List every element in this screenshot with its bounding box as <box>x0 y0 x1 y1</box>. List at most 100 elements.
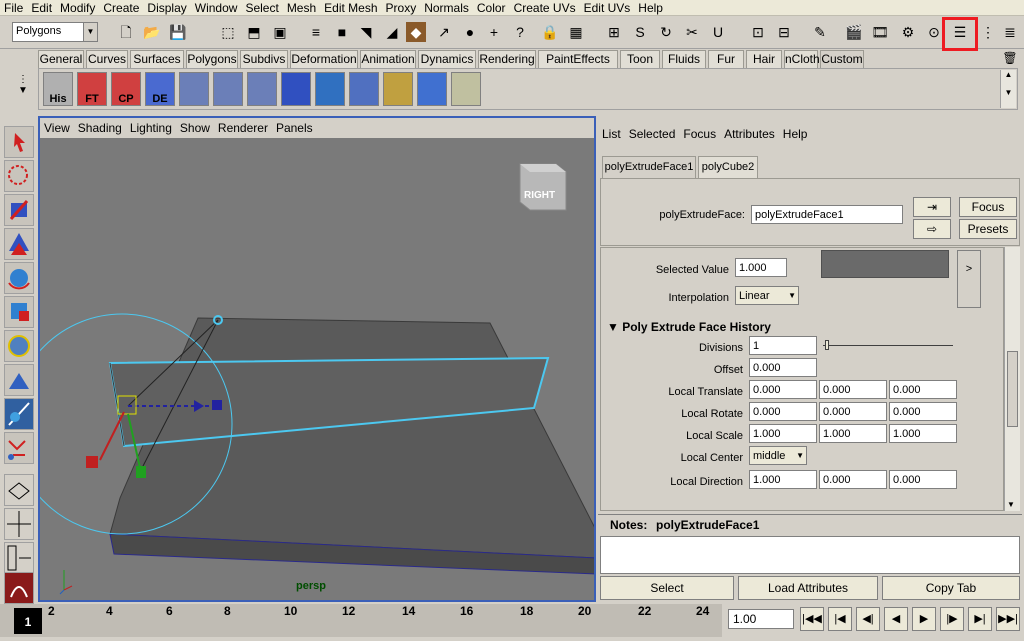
pick-mask-icon[interactable]: ≡ <box>306 22 326 42</box>
rotate-tool-icon[interactable] <box>4 262 34 294</box>
menu-file[interactable]: File <box>0 0 27 15</box>
viewport-menu-view[interactable]: View <box>40 118 74 138</box>
menu-set-selector[interactable]: Polygons ▼ <box>12 22 98 42</box>
open-scene-icon[interactable]: 📂 <box>142 22 162 42</box>
copy-tab-button[interactable]: Copy Tab <box>882 576 1020 600</box>
snap-point-icon[interactable]: S <box>630 22 650 42</box>
magnet-icon[interactable]: U <box>708 22 728 42</box>
snap-plane-icon[interactable]: ↻ <box>656 22 676 42</box>
viewport-menu-lighting[interactable]: Lighting <box>126 118 176 138</box>
render-settings-icon[interactable]: ⚙ <box>898 22 918 42</box>
local-translate-z[interactable]: 0.000 <box>889 380 957 399</box>
shelf-tab-animation[interactable]: Animation <box>360 50 416 68</box>
viewport-menu-show[interactable]: Show <box>176 118 214 138</box>
menu-select[interactable]: Select <box>241 0 282 15</box>
menu-edit-mesh[interactable]: Edit Mesh <box>320 0 381 15</box>
menu-edit[interactable]: Edit <box>27 0 56 15</box>
pivot-mask-icon[interactable]: ● <box>460 22 480 42</box>
shelf-button-cut-icon[interactable] <box>451 72 481 106</box>
hull-mask-icon[interactable]: ↗ <box>434 22 454 42</box>
shelf-button-bevel-icon[interactable] <box>247 72 277 106</box>
new-scene-icon[interactable]: 🗋 <box>116 22 136 42</box>
tool-settings-icon[interactable]: ⋮ <box>978 22 998 42</box>
single-pane-layout-icon[interactable] <box>4 474 34 506</box>
shelf-button-de[interactable]: DE <box>145 72 175 106</box>
current-frame-marker[interactable]: 1 <box>14 608 42 634</box>
select-hierarchy-icon[interactable]: ⬚ <box>218 22 238 42</box>
shelf-tab-ncloth[interactable]: nCloth <box>784 50 820 68</box>
local-direction-y[interactable]: 0.000 <box>819 470 887 489</box>
divisions-slider[interactable] <box>823 345 953 346</box>
shelf-button-smooth-icon[interactable] <box>349 72 379 106</box>
local-direction-z[interactable]: 0.000 <box>889 470 957 489</box>
scale-tool-icon[interactable] <box>4 296 34 328</box>
menu-create-uvs[interactable]: Create UVs <box>510 0 580 15</box>
render-icon[interactable]: 🎬 <box>844 22 864 42</box>
viewport-menu-shading[interactable]: Shading <box>74 118 126 138</box>
scrollbar-thumb[interactable] <box>1007 351 1018 427</box>
trash-icon[interactable]: 🗑 <box>1002 50 1018 68</box>
menu-modify[interactable]: Modify <box>56 0 99 15</box>
ae-menu-focus[interactable]: Focus <box>679 126 720 142</box>
select-button[interactable]: Select <box>600 576 734 600</box>
selected-value-field[interactable]: 1.000 <box>735 258 787 277</box>
last-tool-icon[interactable] <box>4 432 34 464</box>
outliner-layout-icon[interactable] <box>4 542 34 574</box>
local-translate-x[interactable]: 0.000 <box>749 380 817 399</box>
shelf-menu-icon[interactable]: ⋮ ▼ <box>12 74 34 108</box>
shelf-button-split-icon[interactable] <box>213 72 243 106</box>
history-icon[interactable]: ⊡ <box>748 22 768 42</box>
section-header[interactable]: ▼ Poly Extrude Face History <box>607 320 997 336</box>
viewcube[interactable]: RIGHT <box>519 163 567 211</box>
shelf-tab-toon[interactable]: Toon <box>620 50 660 68</box>
presets-button[interactable]: Presets <box>959 219 1017 239</box>
snap-curve-icon[interactable]: ⊞ <box>604 22 624 42</box>
lock-icon[interactable]: 🔒 <box>540 22 560 42</box>
shelf-tab-custom[interactable]: Custom <box>820 50 864 68</box>
shelf-button-select-icon[interactable] <box>383 72 413 106</box>
notes-textarea[interactable] <box>600 536 1020 574</box>
select-component-icon[interactable]: ▣ <box>270 22 290 42</box>
move-tool-icon[interactable] <box>4 228 34 260</box>
local-scale-z[interactable]: 1.000 <box>889 424 957 443</box>
local-rotate-y[interactable]: 0.000 <box>819 402 887 421</box>
play-forwards-icon[interactable]: ▶ <box>912 607 936 631</box>
paint-select-icon[interactable] <box>4 194 34 226</box>
render-view-icon[interactable]: ✎ <box>810 22 830 42</box>
snap-live-icon[interactable]: ✂ <box>682 22 702 42</box>
shelf-button-history[interactable]: His <box>43 72 73 106</box>
divisions-field[interactable]: 1 <box>749 336 817 355</box>
shelf-tab-rendering[interactable]: Rendering <box>478 50 536 68</box>
show-manip-icon[interactable] <box>4 398 34 430</box>
interpolation-dropdown[interactable]: Linear ▼ <box>735 286 799 305</box>
hypershade-icon[interactable]: ⊙ <box>924 22 944 42</box>
ae-tab-polyextrudeface1[interactable]: polyExtrudeFace1 <box>602 156 696 178</box>
step-back-frame-icon[interactable]: |◀ <box>828 607 852 631</box>
menu-color[interactable]: Color <box>473 0 510 15</box>
shelf-tab-general[interactable]: General <box>38 50 84 68</box>
shelf-tab-surfaces[interactable]: Surfaces <box>130 50 184 68</box>
viewport-menu-renderer[interactable]: Renderer <box>214 118 272 138</box>
ae-menu-attributes[interactable]: Attributes <box>720 126 779 142</box>
shelf-tab-hair[interactable]: Hair <box>746 50 782 68</box>
save-scene-icon[interactable]: 💾 <box>168 22 188 42</box>
node-name-field[interactable]: polyExtrudeFace1 <box>751 205 903 224</box>
current-time-field[interactable]: 1.00 <box>728 609 794 629</box>
local-scale-x[interactable]: 1.000 <box>749 424 817 443</box>
menu-display[interactable]: Display <box>143 0 190 15</box>
lasso-tool-icon[interactable] <box>4 160 34 192</box>
shelf-tab-dynamics[interactable]: Dynamics <box>418 50 476 68</box>
viewport-menu-panels[interactable]: Panels <box>272 118 317 138</box>
local-rotate-z[interactable]: 0.000 <box>889 402 957 421</box>
slider-handle[interactable] <box>825 340 829 350</box>
face-mask-icon[interactable]: ◢ <box>382 22 402 42</box>
ae-scrollbar[interactable]: ▼ <box>1004 247 1020 511</box>
step-back-key-icon[interactable]: ◀| <box>856 607 880 631</box>
menu-edit-uvs[interactable]: Edit UVs <box>580 0 635 15</box>
scroll-down-icon[interactable]: ▼ <box>1007 500 1015 509</box>
chevron-down-icon[interactable]: ▼ <box>83 23 97 41</box>
shelf-tab-curves[interactable]: Curves <box>86 50 128 68</box>
go-to-start-icon[interactable]: |◀◀ <box>800 607 824 631</box>
shelf-tab-fluids[interactable]: Fluids <box>662 50 706 68</box>
play-backwards-icon[interactable]: ◀ <box>884 607 908 631</box>
